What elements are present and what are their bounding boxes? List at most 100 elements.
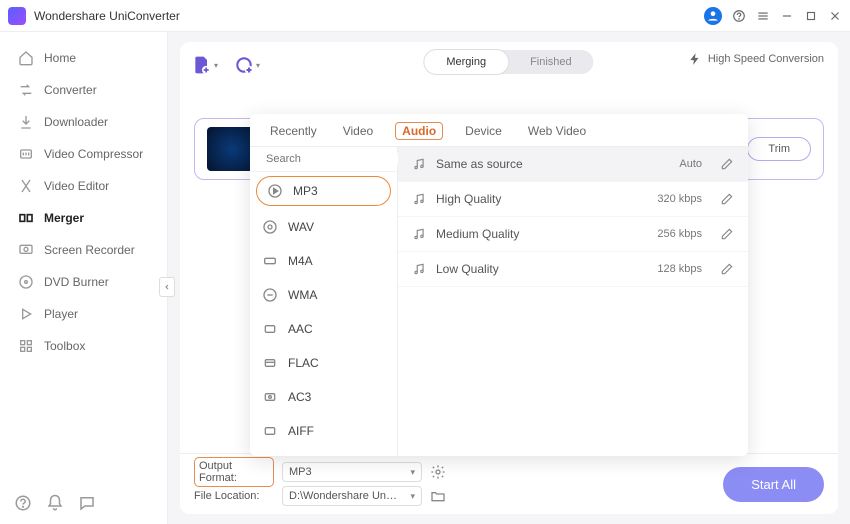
popup-tab-audio[interactable]: Audio [395,122,443,140]
audio-icon [262,287,278,303]
edit-icon[interactable] [720,227,734,241]
audio-icon [262,389,278,405]
tab-finished[interactable]: Finished [508,50,594,74]
audio-icon [267,183,283,199]
sidebar-item-editor[interactable]: Video Editor [0,170,167,202]
edit-icon[interactable] [720,192,734,206]
help-icon[interactable] [14,494,32,512]
downloader-icon [18,114,34,130]
maximize-icon[interactable] [804,9,818,23]
sidebar-item-recorder[interactable]: Screen Recorder [0,234,167,266]
format-item-wav[interactable]: WAV [250,210,397,244]
quality-row[interactable]: Same as source Auto [398,147,748,182]
sidebar-item-label: Downloader [44,115,108,129]
output-format-select[interactable]: MP3▾ [282,462,422,482]
audio-icon [262,355,278,371]
file-location-label: File Location: [194,490,274,502]
sidebar-item-label: Merger [44,211,84,225]
sidebar-item-label: Home [44,51,76,65]
open-folder-icon[interactable] [430,488,446,504]
tab-merging[interactable]: Merging [424,50,508,74]
music-icon [412,192,426,206]
edit-icon[interactable] [720,262,734,276]
chevron-down-icon: ▾ [410,491,415,502]
toolbox-icon [18,338,34,354]
sidebar-item-label: Video Editor [44,179,109,193]
account-icon[interactable] [704,7,722,25]
format-item-wma[interactable]: WMA [250,278,397,312]
sidebar-item-merger[interactable]: Merger [0,202,167,234]
app-title: Wondershare UniConverter [34,9,704,23]
notification-icon[interactable] [46,494,64,512]
close-icon[interactable] [828,9,842,23]
output-format-label: Output Format: [194,457,274,487]
editor-icon [18,178,34,194]
lightning-icon [688,52,702,66]
format-item-m4a[interactable]: M4A [250,244,397,278]
recorder-icon [18,242,34,258]
feedback-icon[interactable] [78,494,96,512]
home-icon [18,50,34,66]
app-logo [8,7,26,25]
edit-icon[interactable] [720,157,734,171]
format-item-ac3[interactable]: AC3 [250,380,397,414]
sidebar-item-label: DVD Burner [44,275,109,289]
player-icon [18,306,34,322]
add-url-button[interactable]: ▾ [234,55,260,75]
audio-icon [262,219,278,235]
title-bar: Wondershare UniConverter [0,0,850,32]
trim-button[interactable]: Trim [747,137,811,161]
music-icon [412,157,426,171]
sidebar-item-player[interactable]: Player [0,298,167,330]
sidebar-item-home[interactable]: Home [0,42,167,74]
sidebar-item-dvd[interactable]: DVD Burner [0,266,167,298]
audio-icon [262,253,278,269]
status-tabs: Merging Finished [424,50,593,74]
sidebar-item-label: Converter [44,83,97,97]
merger-icon [18,210,34,226]
add-file-button[interactable]: ▾ [192,55,218,75]
minimize-icon[interactable] [780,9,794,23]
sidebar-item-label: Player [44,307,78,321]
sidebar-item-downloader[interactable]: Downloader [0,106,167,138]
chevron-down-icon: ▾ [410,467,415,478]
sidebar-item-label: Screen Recorder [44,243,135,257]
format-search[interactable] [250,147,397,172]
format-popup: Recently Video Audio Device Web Video MP… [250,114,748,456]
format-item-flac[interactable]: FLAC [250,346,397,380]
popup-tab-recently[interactable]: Recently [266,122,321,140]
start-all-button[interactable]: Start All [723,467,824,502]
audio-icon [262,423,278,439]
settings-icon[interactable] [430,464,446,480]
high-speed-toggle[interactable]: High Speed Conversion [688,52,824,66]
audio-icon [262,321,278,337]
bottom-bar: Output Format: MP3▾ File Location: D:\Wo… [180,453,838,514]
sidebar: Home Converter Downloader Video Compress… [0,32,168,524]
format-item-aiff[interactable]: AIFF [250,414,397,448]
converter-icon [18,82,34,98]
sidebar-item-label: Video Compressor [44,147,143,161]
sidebar-item-toolbox[interactable]: Toolbox [0,330,167,362]
popup-tab-video[interactable]: Video [339,122,377,140]
popup-tab-web[interactable]: Web Video [524,122,590,140]
search-input[interactable] [266,153,408,165]
compressor-icon [18,146,34,162]
music-icon [412,227,426,241]
support-icon[interactable] [732,9,746,23]
hsc-label: High Speed Conversion [708,53,824,65]
quality-row[interactable]: Medium Quality 256 kbps [398,217,748,252]
file-location-select[interactable]: D:\Wondershare UniConverter▾ [282,486,422,506]
quality-row[interactable]: Low Quality 128 kbps [398,252,748,287]
format-item-mp3[interactable]: MP3 [256,176,391,206]
caret-icon: ▾ [214,61,218,70]
quality-row[interactable]: High Quality 320 kbps [398,182,748,217]
dvd-icon [18,274,34,290]
caret-icon: ▾ [256,61,260,70]
menu-icon[interactable] [756,9,770,23]
format-item-aac[interactable]: AAC [250,312,397,346]
popup-tab-device[interactable]: Device [461,122,506,140]
sidebar-item-converter[interactable]: Converter [0,74,167,106]
music-icon [412,262,426,276]
sidebar-item-compressor[interactable]: Video Compressor [0,138,167,170]
sidebar-item-label: Toolbox [44,339,85,353]
